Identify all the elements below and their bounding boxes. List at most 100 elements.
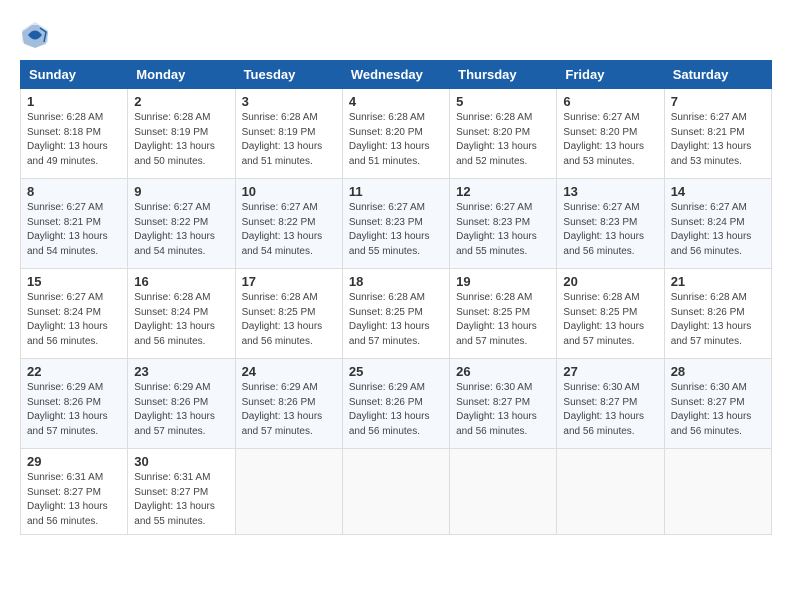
day-cell: 21 Sunrise: 6:28 AMSunset: 8:26 PMDayligh…	[664, 269, 771, 359]
day-number: 4	[349, 94, 443, 109]
day-info: Sunrise: 6:28 AMSunset: 8:25 PMDaylight:…	[242, 291, 336, 349]
header-row: SundayMondayTuesdayWednesdayThursdayFrid…	[21, 61, 772, 89]
day-number: 21	[671, 274, 765, 289]
day-cell: 3 Sunrise: 6:28 AMSunset: 8:19 PMDaylight…	[235, 89, 342, 179]
header-monday: Monday	[128, 61, 235, 89]
day-cell: 13 Sunrise: 6:27 AMSunset: 8:23 PMDayligh…	[557, 179, 664, 269]
day-info: Sunrise: 6:27 AMSunset: 8:22 PMDaylight:…	[242, 201, 336, 259]
day-info: Sunrise: 6:27 AMSunset: 8:24 PMDaylight:…	[27, 291, 121, 349]
day-number: 17	[242, 274, 336, 289]
calendar-table: SundayMondayTuesdayWednesdayThursdayFrid…	[20, 60, 772, 535]
day-cell: 26 Sunrise: 6:30 AMSunset: 8:27 PMDayligh…	[450, 359, 557, 449]
day-number: 2	[134, 94, 228, 109]
day-number: 9	[134, 184, 228, 199]
day-cell: 1 Sunrise: 6:28 AMSunset: 8:18 PMDaylight…	[21, 89, 128, 179]
day-info: Sunrise: 6:31 AMSunset: 8:27 PMDaylight:…	[27, 471, 121, 529]
day-info: Sunrise: 6:29 AMSunset: 8:26 PMDaylight:…	[134, 381, 228, 439]
day-number: 13	[563, 184, 657, 199]
day-cell: 18Sunrise: 6:28 AMSunset: 8:25 PMDayligh…	[342, 269, 449, 359]
day-cell: 28 Sunrise: 6:30 AMSunset: 8:27 PMDayligh…	[664, 359, 771, 449]
day-number: 8	[27, 184, 121, 199]
day-info: Sunrise: 6:29 AMSunset: 8:26 PMDaylight:…	[27, 381, 121, 439]
day-cell: 17 Sunrise: 6:28 AMSunset: 8:25 PMDayligh…	[235, 269, 342, 359]
day-number: 11	[349, 184, 443, 199]
day-cell: 5 Sunrise: 6:28 AMSunset: 8:20 PMDaylight…	[450, 89, 557, 179]
header-wednesday: Wednesday	[342, 61, 449, 89]
day-number: 30	[134, 454, 228, 469]
day-number: 6	[563, 94, 657, 109]
day-number: 20	[563, 274, 657, 289]
day-info: Sunrise: 6:30 AMSunset: 8:27 PMDaylight:…	[563, 381, 657, 439]
day-number: 1	[27, 94, 121, 109]
day-cell: 25 Sunrise: 6:29 AMSunset: 8:26 PMDayligh…	[342, 359, 449, 449]
day-cell: 4Sunrise: 6:28 AMSunset: 8:20 PMDaylight…	[342, 89, 449, 179]
header-tuesday: Tuesday	[235, 61, 342, 89]
day-number: 28	[671, 364, 765, 379]
day-info: Sunrise: 6:29 AMSunset: 8:26 PMDaylight:…	[349, 381, 443, 439]
day-number: 19	[456, 274, 550, 289]
day-cell: 16 Sunrise: 6:28 AMSunset: 8:24 PMDayligh…	[128, 269, 235, 359]
header-sunday: Sunday	[21, 61, 128, 89]
day-cell: 2 Sunrise: 6:28 AMSunset: 8:19 PMDaylight…	[128, 89, 235, 179]
day-cell: 19 Sunrise: 6:28 AMSunset: 8:25 PMDayligh…	[450, 269, 557, 359]
header	[20, 20, 772, 50]
day-cell: 22 Sunrise: 6:29 AMSunset: 8:26 PMDayligh…	[21, 359, 128, 449]
day-cell: 8Sunrise: 6:27 AMSunset: 8:21 PMDaylight…	[21, 179, 128, 269]
day-info: Sunrise: 6:28 AMSunset: 8:25 PMDaylight:…	[349, 291, 443, 349]
day-cell: 20 Sunrise: 6:28 AMSunset: 8:25 PMDayligh…	[557, 269, 664, 359]
day-number: 22	[27, 364, 121, 379]
day-info: Sunrise: 6:29 AMSunset: 8:26 PMDaylight:…	[242, 381, 336, 439]
day-info: Sunrise: 6:30 AMSunset: 8:27 PMDaylight:…	[456, 381, 550, 439]
day-info: Sunrise: 6:28 AMSunset: 8:19 PMDaylight:…	[134, 111, 228, 169]
day-info: Sunrise: 6:30 AMSunset: 8:27 PMDaylight:…	[671, 381, 765, 439]
logo	[20, 20, 54, 50]
day-cell: 29 Sunrise: 6:31 AMSunset: 8:27 PMDayligh…	[21, 449, 128, 535]
day-number: 26	[456, 364, 550, 379]
day-info: Sunrise: 6:27 AMSunset: 8:20 PMDaylight:…	[563, 111, 657, 169]
day-info: Sunrise: 6:28 AMSunset: 8:25 PMDaylight:…	[563, 291, 657, 349]
day-cell: 7 Sunrise: 6:27 AMSunset: 8:21 PMDaylight…	[664, 89, 771, 179]
day-number: 15	[27, 274, 121, 289]
day-number: 16	[134, 274, 228, 289]
day-number: 23	[134, 364, 228, 379]
day-number: 27	[563, 364, 657, 379]
day-info: Sunrise: 6:31 AMSunset: 8:27 PMDaylight:…	[134, 471, 228, 529]
day-number: 10	[242, 184, 336, 199]
day-cell: 23 Sunrise: 6:29 AMSunset: 8:26 PMDayligh…	[128, 359, 235, 449]
day-info: Sunrise: 6:28 AMSunset: 8:18 PMDaylight:…	[27, 111, 121, 169]
day-cell: 10 Sunrise: 6:27 AMSunset: 8:22 PMDayligh…	[235, 179, 342, 269]
day-number: 12	[456, 184, 550, 199]
day-number: 29	[27, 454, 121, 469]
day-info: Sunrise: 6:27 AMSunset: 8:21 PMDaylight:…	[671, 111, 765, 169]
day-cell	[235, 449, 342, 535]
day-info: Sunrise: 6:27 AMSunset: 8:23 PMDaylight:…	[349, 201, 443, 259]
day-cell: 12 Sunrise: 6:27 AMSunset: 8:23 PMDayligh…	[450, 179, 557, 269]
day-info: Sunrise: 6:28 AMSunset: 8:26 PMDaylight:…	[671, 291, 765, 349]
day-cell: 24Sunrise: 6:29 AMSunset: 8:26 PMDayligh…	[235, 359, 342, 449]
day-number: 14	[671, 184, 765, 199]
day-info: Sunrise: 6:27 AMSunset: 8:22 PMDaylight:…	[134, 201, 228, 259]
day-info: Sunrise: 6:28 AMSunset: 8:24 PMDaylight:…	[134, 291, 228, 349]
day-cell	[557, 449, 664, 535]
day-cell: 14Sunrise: 6:27 AMSunset: 8:24 PMDayligh…	[664, 179, 771, 269]
day-cell: 15 Sunrise: 6:27 AMSunset: 8:24 PMDayligh…	[21, 269, 128, 359]
day-info: Sunrise: 6:28 AMSunset: 8:25 PMDaylight:…	[456, 291, 550, 349]
day-number: 7	[671, 94, 765, 109]
day-cell	[450, 449, 557, 535]
header-friday: Friday	[557, 61, 664, 89]
day-cell: 27 Sunrise: 6:30 AMSunset: 8:27 PMDayligh…	[557, 359, 664, 449]
day-cell: 30 Sunrise: 6:31 AMSunset: 8:27 PMDayligh…	[128, 449, 235, 535]
day-cell: 11 Sunrise: 6:27 AMSunset: 8:23 PMDayligh…	[342, 179, 449, 269]
week-row-4: 22 Sunrise: 6:29 AMSunset: 8:26 PMDayligh…	[21, 359, 772, 449]
day-number: 3	[242, 94, 336, 109]
day-info: Sunrise: 6:28 AMSunset: 8:20 PMDaylight:…	[456, 111, 550, 169]
day-info: Sunrise: 6:28 AMSunset: 8:19 PMDaylight:…	[242, 111, 336, 169]
day-cell: 9 Sunrise: 6:27 AMSunset: 8:22 PMDaylight…	[128, 179, 235, 269]
day-cell	[664, 449, 771, 535]
day-number: 5	[456, 94, 550, 109]
day-info: Sunrise: 6:27 AMSunset: 8:23 PMDaylight:…	[456, 201, 550, 259]
week-row-5: 29 Sunrise: 6:31 AMSunset: 8:27 PMDayligh…	[21, 449, 772, 535]
day-info: Sunrise: 6:27 AMSunset: 8:23 PMDaylight:…	[563, 201, 657, 259]
header-saturday: Saturday	[664, 61, 771, 89]
day-number: 25	[349, 364, 443, 379]
